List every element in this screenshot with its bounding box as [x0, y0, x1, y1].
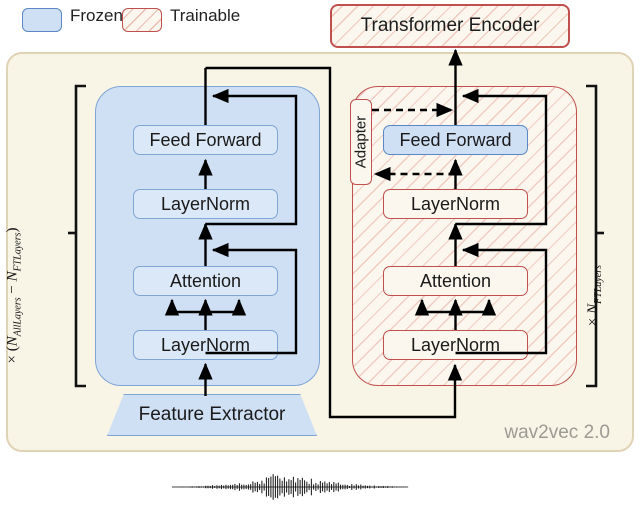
- multiplier-prefix: ×: [585, 313, 602, 327]
- legend-frozen-swatch: [22, 8, 62, 32]
- symbol-ft-layers: FTLayers: [593, 264, 605, 304]
- trainable-feed-forward-node: Feed Forward: [383, 125, 528, 155]
- trainable-layers-multiplier: × NFTLayers: [585, 265, 604, 326]
- trainable-layernorm-upper-node: LayerNorm: [383, 189, 528, 219]
- frozen-attention-node: Attention: [133, 266, 278, 296]
- legend-trainable-label: Trainable: [170, 6, 241, 25]
- symbol-all-layers: AllLayers: [12, 297, 24, 337]
- trainable-attention-node: Attention: [383, 266, 528, 296]
- transformer-encoder-box: Transformer Encoder: [330, 4, 570, 48]
- symbol-N: N: [585, 303, 602, 314]
- legend-trainable-swatch: [122, 8, 162, 32]
- symbol-minus: −: [4, 281, 21, 298]
- transformer-encoder-label: Transformer Encoder: [360, 15, 540, 36]
- hatch-pattern: [123, 9, 161, 31]
- symbol-ft-layers: FTLayers: [12, 232, 24, 272]
- frozen-feed-forward-node: Feed Forward: [133, 125, 278, 155]
- feature-extractor-box: Feature Extractor: [107, 394, 317, 436]
- legend-frozen-label: Frozen: [70, 6, 123, 25]
- feature-extractor-label: Feature Extractor: [138, 404, 286, 425]
- symbol-close-paren: ): [4, 227, 21, 233]
- trainable-layernorm-lower-node: LayerNorm: [383, 330, 528, 360]
- frozen-layernorm-upper-node: LayerNorm: [133, 189, 278, 219]
- wav2vec-watermark: wav2vec 2.0: [504, 422, 610, 443]
- adapter-box: Adapter: [350, 99, 372, 185]
- symbol-N: N: [4, 336, 21, 347]
- adapter-label: Adapter: [352, 115, 370, 169]
- multiplier-prefix: × (: [4, 346, 21, 364]
- frozen-layernorm-lower-node: LayerNorm: [133, 330, 278, 360]
- symbol-N: N: [4, 271, 21, 282]
- frozen-layers-multiplier: × (NAllLayers − NFTLayers): [5, 227, 24, 363]
